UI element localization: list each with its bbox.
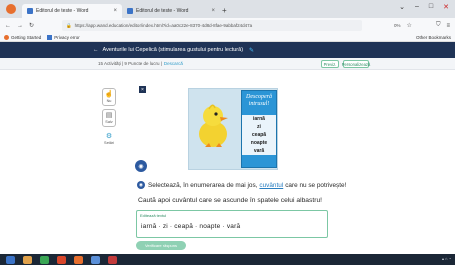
bookmarks-bar: Getting Started Privacy error Other Book… bbox=[0, 33, 455, 42]
settings-tool-button[interactable]: ⚙ Setări bbox=[102, 130, 116, 148]
taskbar: ▴ ⌂ ◔ bbox=[0, 254, 455, 265]
app-icon[interactable] bbox=[57, 255, 66, 264]
tab-inactive[interactable]: Editorul de teste - Word × bbox=[122, 4, 220, 18]
preview-button[interactable]: Previz. bbox=[321, 60, 339, 68]
word-panel: Descoperă intrusul! iarnă zi ceapă noapt… bbox=[241, 90, 277, 168]
system-tray: ▴ ⌂ ◔ bbox=[441, 256, 451, 261]
maximize-icon[interactable]: □ bbox=[429, 3, 433, 11]
tab-active[interactable]: Editorul de teste - Word × bbox=[22, 4, 122, 18]
firefox-icon[interactable] bbox=[74, 255, 83, 264]
answer-field[interactable]: Editează textul iarnă · zi · ceapă · noa… bbox=[136, 210, 328, 238]
tab-title: Editorul de teste - Word bbox=[136, 8, 189, 14]
star-icon[interactable]: ☆ bbox=[407, 22, 412, 29]
app-icon[interactable] bbox=[91, 255, 100, 264]
favicon-icon bbox=[27, 8, 33, 14]
shield-icon[interactable]: ⛉ bbox=[436, 22, 441, 29]
page-icon bbox=[47, 34, 53, 40]
app-icon[interactable] bbox=[40, 255, 49, 264]
duckling-illustration bbox=[199, 104, 228, 147]
url-text: https://app.wand.education/editor/index.… bbox=[74, 23, 253, 28]
hand-tool-button[interactable]: ☝ Nu bbox=[102, 88, 116, 106]
personalize-button[interactable]: Personalizează bbox=[342, 60, 370, 68]
word-item: ceapă bbox=[251, 132, 267, 138]
sub-header: 15 Activități | 9 Puncte de lucru | Desc… bbox=[0, 58, 455, 70]
back-arrow-icon[interactable]: ← bbox=[93, 47, 99, 53]
explorer-icon[interactable] bbox=[23, 255, 32, 264]
app-icon[interactable] bbox=[108, 255, 117, 264]
window-controls: ⌄ – □ ✕ bbox=[399, 3, 449, 11]
navigation-bar: ← → ↻ 🔒 https://app.wand.education/edito… bbox=[0, 18, 455, 33]
close-tab-icon[interactable]: × bbox=[211, 8, 215, 14]
close-window-icon[interactable]: ✕ bbox=[443, 3, 449, 11]
lock-icon: 🔒 bbox=[66, 22, 72, 28]
minimize-icon[interactable]: – bbox=[415, 3, 419, 11]
download-link[interactable]: Descarcă bbox=[164, 61, 183, 66]
hand-icon: ☝ bbox=[104, 91, 114, 98]
back-icon[interactable]: ← bbox=[5, 23, 11, 29]
firefox-icon bbox=[6, 4, 16, 14]
keyword-link[interactable]: cuvântul bbox=[259, 182, 283, 189]
bookmark-getting-started[interactable]: Getting Started bbox=[4, 34, 41, 40]
address-bar[interactable]: 🔒 https://app.wand.education/editor/inde… bbox=[62, 20, 363, 31]
firefox-icon bbox=[4, 34, 9, 40]
forward-icon[interactable]: → bbox=[17, 23, 23, 29]
instruction-text: ◉ Selectează, în enumerarea de mai jos, … bbox=[137, 181, 346, 189]
word-list: iarnă zi ceapă noapte vară bbox=[242, 115, 276, 155]
other-bookmarks[interactable]: Other Bookmarks bbox=[416, 35, 451, 40]
activity-stats: 15 Activități | 9 Puncte de lucru | bbox=[98, 61, 162, 66]
zoom-level[interactable]: 0% bbox=[394, 23, 401, 28]
word-item: noapte bbox=[250, 140, 268, 146]
speaker-icon[interactable]: ◉ bbox=[137, 181, 145, 189]
start-icon[interactable] bbox=[6, 255, 15, 264]
exercise-image: Descoperă intrusul! iarnă zi ceapă noapt… bbox=[188, 88, 278, 170]
browser-tab-bar: Editorul de teste - Word × Editorul de t… bbox=[0, 0, 455, 18]
gear-icon: ⚙ bbox=[105, 133, 113, 140]
answer-label: Editează textul bbox=[140, 213, 167, 218]
favicon-icon bbox=[127, 8, 133, 14]
bookmark-privacy-error[interactable]: Privacy error bbox=[47, 34, 80, 40]
word-item: zi bbox=[257, 124, 261, 130]
app-header: ← Aventurile lui Cepelică (stimularea gu… bbox=[0, 42, 455, 58]
close-tab-icon[interactable]: × bbox=[113, 8, 117, 14]
chevron-down-icon[interactable]: ⌄ bbox=[399, 3, 405, 11]
page-title: Aventurile lui Cepelică (stimularea gust… bbox=[102, 47, 244, 53]
new-tab-button[interactable]: + bbox=[222, 6, 227, 15]
check-answer-button[interactable]: Verificare răspuns bbox=[136, 241, 186, 250]
reload-icon[interactable]: ↻ bbox=[29, 22, 34, 29]
close-icon[interactable]: × bbox=[139, 86, 146, 93]
answer-value[interactable]: iarnă · zi · ceapă · noapte · vară bbox=[141, 223, 240, 230]
tab-title: Editorul de teste - Word bbox=[36, 8, 89, 14]
question-text: Caută apoi cuvântul care se ascunde în s… bbox=[138, 197, 323, 204]
panel-title: Descoperă intrusul! bbox=[246, 94, 272, 107]
word-item: iarnă bbox=[253, 116, 265, 122]
tool-column: ☝ Nu ▤ Salv ⚙ Setări bbox=[102, 88, 120, 151]
edit-icon[interactable]: ✎ bbox=[249, 47, 254, 54]
save-icon: ▤ bbox=[105, 112, 113, 119]
word-item: vară bbox=[253, 148, 265, 154]
audio-icon[interactable]: ◉ bbox=[135, 160, 147, 172]
menu-icon[interactable]: ≡ bbox=[446, 23, 450, 29]
save-tool-button[interactable]: ▤ Salv bbox=[102, 109, 116, 127]
